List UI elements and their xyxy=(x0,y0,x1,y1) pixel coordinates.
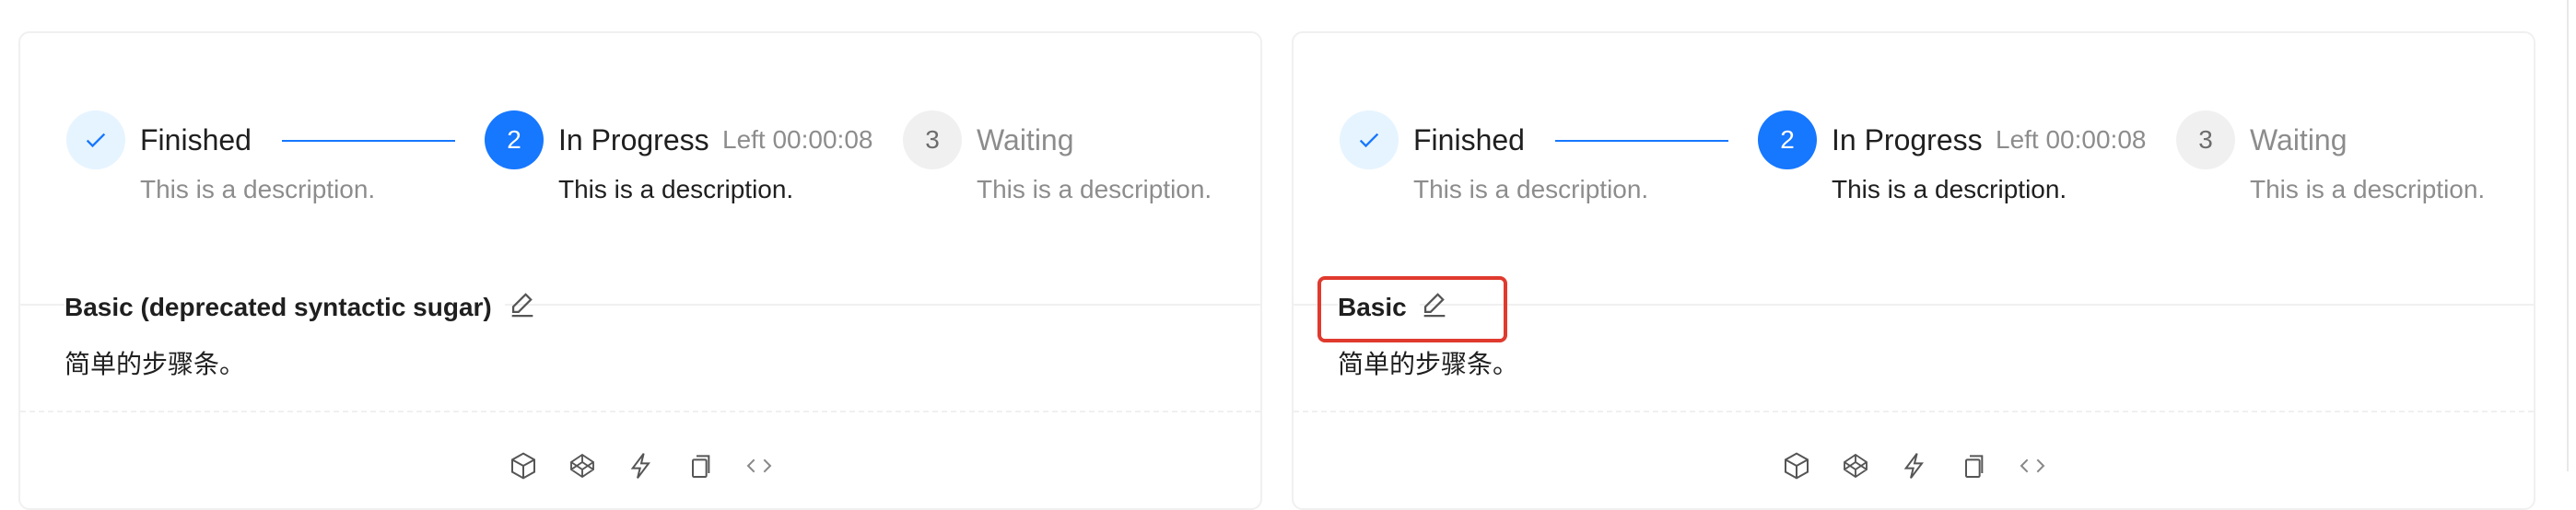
step-finished-description: This is a description. xyxy=(1413,175,1649,203)
codesandbox-icon[interactable] xyxy=(509,451,538,481)
step-connector xyxy=(1555,140,1728,142)
check-icon xyxy=(1340,110,1399,169)
code-icon[interactable] xyxy=(744,451,774,481)
edit-icon[interactable] xyxy=(507,287,538,319)
step-in-progress-description: This is a description. xyxy=(558,175,794,203)
codepen-icon[interactable] xyxy=(568,451,597,481)
step-waiting-title: Waiting xyxy=(977,123,1074,156)
step-in-progress-subtitle: Left 00:00:08 xyxy=(1996,125,2147,154)
codepen-icon[interactable] xyxy=(1841,451,1870,481)
stackblitz-icon[interactable] xyxy=(1900,451,1929,481)
check-icon xyxy=(66,110,125,169)
step-number-2: 2 xyxy=(1758,110,1817,169)
demo-description: 简单的步骤条。 xyxy=(64,350,246,378)
step-finished-description: This is a description. xyxy=(140,175,376,203)
stackblitz-icon[interactable] xyxy=(626,451,656,481)
step-number-2: 2 xyxy=(485,110,544,169)
step-in-progress-title: In Progress xyxy=(1832,123,1983,156)
highlight-box xyxy=(1317,276,1507,342)
code-icon[interactable] xyxy=(2018,451,2047,481)
actions-divider xyxy=(20,411,1260,412)
step-waiting-description: This is a description. xyxy=(977,175,1212,203)
actions-divider xyxy=(1294,411,2534,412)
step-in-progress-subtitle: Left 00:00:08 xyxy=(722,125,873,154)
step-finished-title: Finished xyxy=(140,123,252,156)
step-number-3: 3 xyxy=(2176,110,2235,169)
code-actions xyxy=(1782,451,2047,481)
step-waiting-description: This is a description. xyxy=(2250,175,2486,203)
copy-icon[interactable] xyxy=(685,451,715,481)
step-in-progress-title: In Progress xyxy=(558,123,709,156)
demo-card-syntactic-sugar: Finished This is a description. 2 In Pro… xyxy=(18,31,1262,510)
step-waiting-title: Waiting xyxy=(2250,123,2348,156)
step-number-3: 3 xyxy=(903,110,962,169)
code-actions xyxy=(509,451,774,481)
copy-icon[interactable] xyxy=(1959,451,1988,481)
step-connector xyxy=(282,140,455,142)
step-finished-title: Finished xyxy=(1413,123,1525,156)
demo-card-basic: Finished This is a description. 2 In Pro… xyxy=(1292,31,2535,510)
codesandbox-icon[interactable] xyxy=(1782,451,1811,481)
demo-description: 简单的步骤条。 xyxy=(1338,350,1519,378)
demo-title: Basic (deprecated syntactic sugar) xyxy=(64,289,505,326)
scrollbar-edge xyxy=(2567,0,2569,471)
step-in-progress-description: This is a description. xyxy=(1832,175,2067,203)
